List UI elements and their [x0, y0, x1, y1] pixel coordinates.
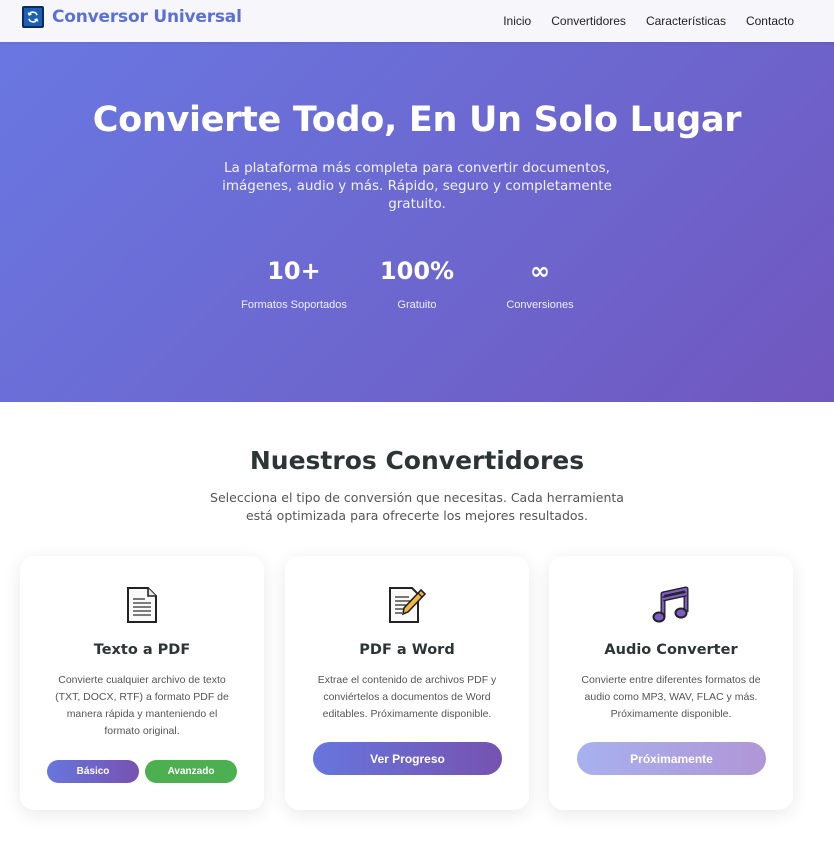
nav-link-contacto[interactable]: Contacto [746, 14, 794, 28]
stat-formats: 10+ Formatos Soportados [232, 256, 357, 311]
nav-link-caracteristicas[interactable]: Características [646, 14, 726, 28]
hero-title: Convierte Todo, En Un Solo Lugar [92, 100, 742, 140]
memo-pencil-icon [285, 586, 529, 626]
nav-link-inicio[interactable]: Inicio [503, 14, 531, 28]
stat-conversions: ∞ Conversiones [478, 256, 603, 311]
card-audio-converter: Audio Converter Convierte entre diferent… [549, 556, 793, 810]
stat-value: ∞ [530, 257, 550, 285]
card-title: Audio Converter [604, 642, 738, 658]
section-subtitle: Selecciona el tipo de conversión que nec… [210, 490, 624, 523]
stat-label: Formatos Soportados [241, 299, 347, 311]
stat-label: Conversiones [506, 299, 574, 311]
music-notes-icon [549, 586, 793, 626]
hero-subtitle: La plataforma más completa para converti… [222, 160, 612, 212]
document-icon [20, 586, 264, 626]
hero: Convierte Todo, En Un Solo Lugar La plat… [0, 42, 834, 402]
navbar: Conversor Universal Inicio Convertidores… [0, 0, 834, 42]
stat-value: 10+ [267, 257, 321, 285]
brand-name: Conversor Universal [52, 7, 242, 27]
coming-soon-button[interactable]: Próximamente [577, 742, 766, 775]
card-title: PDF a Word [359, 642, 455, 658]
card-pdf-to-word: PDF a Word Extrae el contenido de archiv… [285, 556, 529, 810]
stats: 10+ Formatos Soportados 100% Gratuito ∞ … [0, 256, 834, 311]
card-text-to-pdf: Texto a PDF Convierte cualquier archivo … [20, 556, 264, 810]
stat-value: 100% [379, 257, 455, 285]
nav-links: Inicio Convertidores Características Con… [483, 0, 794, 42]
card-description: Extrae el contenido de archivos PDF y co… [317, 674, 497, 720]
view-progress-button[interactable]: Ver Progreso [313, 742, 502, 775]
section-title: Nuestros Convertidores [249, 446, 585, 475]
nav-link-convertidores[interactable]: Convertidores [551, 14, 626, 28]
advanced-button[interactable]: Avanzado [145, 760, 237, 783]
stat-free: 100% Gratuito [355, 256, 480, 311]
basic-button[interactable]: Básico [47, 760, 139, 783]
card-title: Texto a PDF [93, 642, 191, 658]
brand[interactable]: Conversor Universal [22, 6, 242, 28]
card-description: Convierte entre diferentes formatos de a… [581, 674, 761, 720]
card-description: Convierte cualquier archivo de texto (TX… [55, 674, 229, 737]
stat-label: Gratuito [397, 299, 437, 311]
refresh-icon [22, 6, 44, 28]
